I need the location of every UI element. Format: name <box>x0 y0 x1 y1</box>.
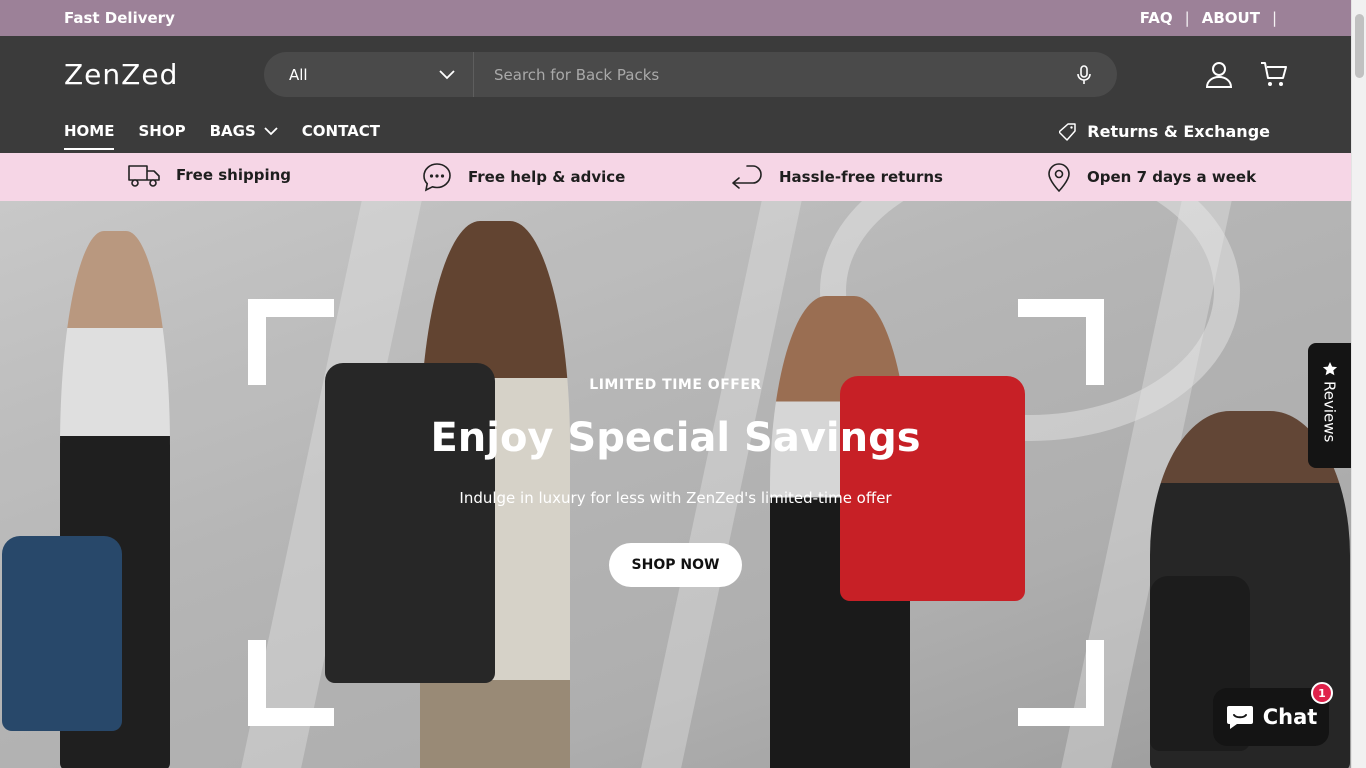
about-link[interactable]: ABOUT <box>1202 9 1260 27</box>
nav-contact[interactable]: CONTACT <box>302 122 380 150</box>
frame-corner-top-right <box>1018 299 1104 385</box>
site-header: ZenZed All HOME SHOP BAGS CONTACT Return… <box>0 36 1351 153</box>
faq-link[interactable]: FAQ <box>1140 9 1173 27</box>
hero-headline: Enjoy Special Savings <box>430 415 921 461</box>
returns-label: Returns & Exchange <box>1087 122 1270 141</box>
category-select[interactable]: All <box>264 52 474 97</box>
chat-icon <box>1226 706 1253 729</box>
chat-button[interactable]: Chat 1 <box>1213 682 1333 746</box>
usp-item: Free help & advice <box>422 162 625 192</box>
announcement-links: FAQ | ABOUT | <box>1140 9 1277 27</box>
reviews-tab[interactable]: Reviews <box>1308 343 1351 468</box>
user-icon[interactable] <box>1203 58 1235 90</box>
frame-corner-top-left <box>248 299 334 385</box>
frame-corner-bottom-right <box>1018 640 1104 726</box>
star-icon <box>1322 362 1337 376</box>
nav-bags-label: BAGS <box>209 122 256 140</box>
nav-home-label: HOME <box>64 122 115 140</box>
search-bar: All <box>264 52 1117 97</box>
nav-contact-label: CONTACT <box>301 122 380 140</box>
main-nav: HOME SHOP BAGS CONTACT <box>64 122 380 150</box>
usp-item: Open 7 days a week <box>1047 162 1256 192</box>
returns-exchange-link[interactable]: Returns & Exchange <box>1059 122 1270 141</box>
usp-item: Hassle-free returns <box>731 162 943 192</box>
microphone-icon[interactable] <box>1069 60 1099 90</box>
hero-overlay <box>0 201 1351 768</box>
return-arrow-icon <box>732 165 762 189</box>
nav-shop[interactable]: SHOP <box>138 122 185 150</box>
separator: | <box>1271 9 1277 27</box>
chevron-down-icon <box>264 126 278 135</box>
chat-label: Chat <box>1262 705 1318 729</box>
usp-label: Free shipping <box>176 166 292 184</box>
reviews-label: Reviews <box>1320 381 1339 443</box>
chat-notification-badge: 1 <box>1311 682 1333 704</box>
chevron-down-icon <box>439 69 455 79</box>
nav-home[interactable]: HOME <box>64 122 115 150</box>
cart-icon[interactable] <box>1258 58 1290 90</box>
usp-label: Open 7 days a week <box>1087 168 1257 186</box>
scrollbar-thumb[interactable] <box>1355 14 1364 78</box>
chat-bubble-icon <box>423 163 451 192</box>
separator: | <box>1184 9 1190 27</box>
logo[interactable]: ZenZed <box>64 58 178 91</box>
hero-eyebrow: LIMITED TIME OFFER <box>589 377 762 393</box>
shop-now-button[interactable]: SHOP NOW <box>609 543 742 587</box>
category-label: All <box>289 65 308 84</box>
page-scrollbar[interactable] <box>1351 0 1366 768</box>
nav-shop-label: SHOP <box>138 122 186 140</box>
tag-icon <box>1059 122 1077 141</box>
fast-delivery-text: Fast Delivery <box>64 9 175 27</box>
map-pin-icon <box>1048 163 1070 192</box>
usp-label: Free help & advice <box>468 168 626 186</box>
usp-item: Free shipping <box>128 162 291 188</box>
search-input[interactable] <box>474 52 1069 97</box>
frame-corner-bottom-left <box>248 640 334 726</box>
announcement-bar: Fast Delivery FAQ | ABOUT | <box>0 0 1351 36</box>
usp-bar: Free shipping Free help & advice Hassle-… <box>0 153 1351 201</box>
nav-bags[interactable]: BAGS <box>210 122 278 150</box>
usp-label: Hassle-free returns <box>779 168 943 186</box>
hero-banner: LIMITED TIME OFFER Enjoy Special Savings… <box>0 201 1351 768</box>
truck-icon <box>128 165 160 187</box>
hero-subtext: Indulge in luxury for less with ZenZed's… <box>459 489 892 507</box>
